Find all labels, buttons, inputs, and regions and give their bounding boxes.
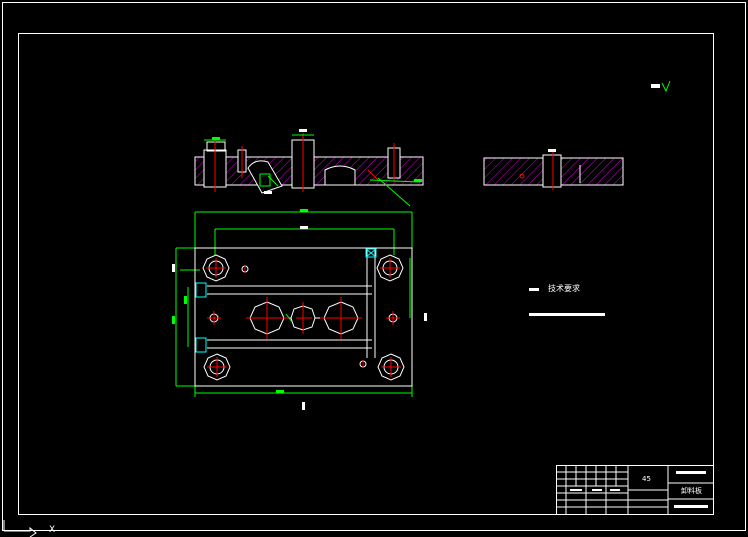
technical-requirements-heading: 技术要求 <box>548 284 580 293</box>
roughness-symbol <box>651 80 671 93</box>
plan-view <box>172 209 427 410</box>
axis-indicator-label: X <box>49 525 56 535</box>
cad-drawing <box>2 2 746 537</box>
sheet-border <box>2 2 746 531</box>
side-section-view <box>483 149 624 190</box>
ucs-axis-icon <box>3 520 37 537</box>
front-section-view <box>194 129 424 207</box>
title-block-material: 45 <box>642 475 651 483</box>
title-block-part-name: 卸料板 <box>681 487 702 495</box>
